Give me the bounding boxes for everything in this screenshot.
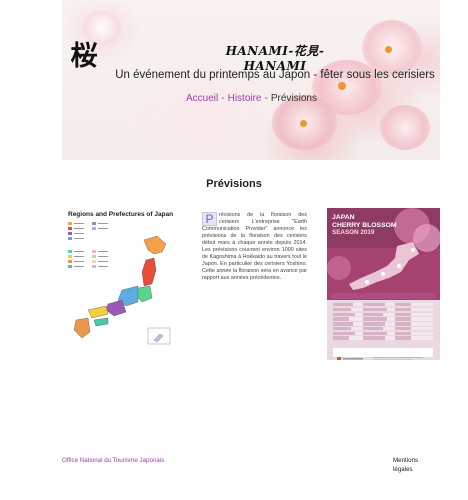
article-dropcap: P	[202, 212, 217, 226]
poster-footer-logo	[337, 357, 423, 360]
poster-season: SEASON 2019	[332, 229, 375, 236]
poster-table-row	[333, 326, 433, 331]
poster-table-row	[333, 322, 433, 326]
region-chugoku	[87, 305, 109, 319]
footer-link-tourism-office[interactable]: Office National du Tourisme Japonais	[62, 456, 170, 465]
blossom-decoration	[380, 105, 430, 150]
region-kansai	[105, 299, 127, 317]
poster-forecast-table	[333, 303, 433, 341]
poster-table-row	[333, 331, 433, 336]
poster-table-row	[333, 317, 433, 321]
nav-separator: -	[264, 93, 268, 104]
nav-separator: -	[221, 93, 225, 104]
poster-title-line2: CHERRY BLOSSOM	[332, 221, 397, 229]
blossom-stamen	[385, 46, 392, 53]
blossom-decoration	[362, 20, 422, 75]
article-body: révisions de la floraison des cerisiers …	[202, 212, 307, 281]
region-kanto	[135, 285, 153, 303]
poster-heading: JAPAN CHERRY BLOSSOM SEASON 2019	[332, 214, 397, 237]
nav-link-accueil[interactable]: Accueil	[186, 93, 218, 104]
poster-footer	[333, 348, 433, 360]
nav-link-histoire[interactable]: Histoire	[228, 93, 262, 104]
page-title: Prévisions	[206, 178, 262, 190]
map-legend	[68, 222, 108, 268]
poster-table-header	[331, 293, 436, 299]
poster-title-line1: JAPAN	[332, 214, 355, 221]
site-logo[interactable]: 桜	[70, 38, 98, 74]
nav-link-previsions[interactable]: Prévisions	[271, 93, 317, 104]
japan-prefectures-map: Regions and Prefectures of Japan	[62, 210, 182, 360]
main-nav: Accueil - Histoire - Prévisions	[186, 93, 317, 104]
region-shikoku	[93, 317, 109, 327]
poster-table-row	[333, 307, 433, 312]
poster-table-row	[333, 312, 433, 316]
forecast-article: P révisions de la floraison des cerisier…	[202, 212, 307, 282]
region-hokkaido	[143, 235, 167, 255]
map-graphic	[68, 222, 171, 345]
region-okinawa	[153, 333, 164, 343]
poster-table-row	[333, 336, 433, 340]
footer-link-legal-notice[interactable]: Mentions légales	[393, 456, 433, 474]
site-subtitle: Un événement du printemps au Japon - fêt…	[115, 69, 435, 81]
poster-table-row	[333, 303, 433, 307]
region-tohoku	[141, 257, 157, 287]
region-kyushu	[73, 317, 91, 339]
blossom-stamen	[300, 120, 307, 127]
blossom-stamen	[338, 82, 346, 90]
cherry-blossom-season-poster: JAPAN CHERRY BLOSSOM SEASON 2019	[327, 208, 440, 360]
logo-glyph: 桜	[70, 40, 98, 72]
